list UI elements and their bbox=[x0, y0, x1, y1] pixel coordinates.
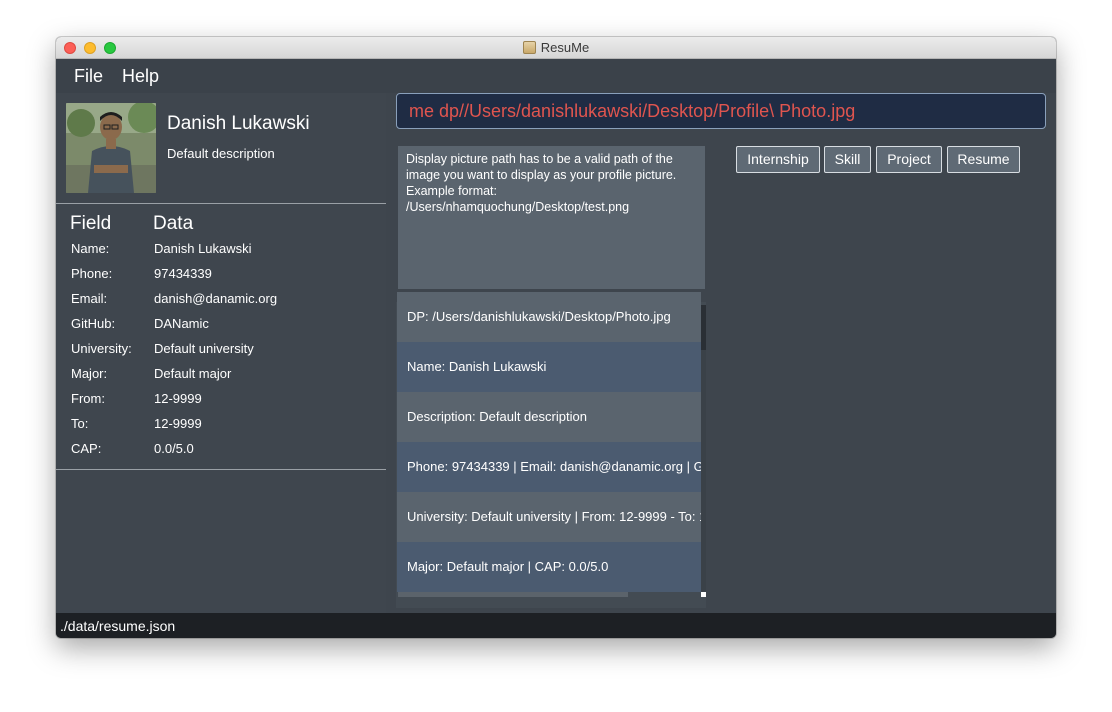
tab-resume[interactable]: Resume bbox=[947, 146, 1020, 173]
menu-help[interactable]: Help bbox=[122, 66, 159, 87]
scrollbar-corner bbox=[701, 592, 706, 597]
row-label-cap: CAP: bbox=[71, 441, 102, 456]
row-label-major: Major: bbox=[71, 366, 108, 381]
field-column-header: Field bbox=[70, 213, 112, 234]
row-value-major: Default major bbox=[154, 366, 232, 381]
result-display: Display picture path has to be a valid p… bbox=[398, 146, 705, 289]
row-value-phone: 97434339 bbox=[154, 266, 212, 281]
tab-skill[interactable]: Skill bbox=[824, 146, 871, 173]
profile-pane: Danish Lukawski Default description Fiel… bbox=[56, 93, 386, 613]
list-item[interactable]: Name: Danish Lukawski bbox=[397, 342, 701, 392]
row-label-name: Name: bbox=[71, 241, 110, 256]
row-value-university: Default university bbox=[154, 341, 254, 356]
list-item[interactable]: DP: /Users/danishlukawski/Desktop/Photo.… bbox=[397, 292, 701, 342]
row-value-email: danish@danamic.org bbox=[154, 291, 278, 306]
vertical-scrollbar-thumb[interactable] bbox=[701, 305, 706, 350]
menu-bar: File Help bbox=[56, 59, 1056, 93]
command-input[interactable]: me dp//Users/danishlukawski/Desktop/Prof… bbox=[396, 93, 1046, 129]
table-divider bbox=[56, 469, 386, 470]
list-item[interactable]: Phone: 97434339 | Email: danish@danamic.… bbox=[397, 442, 701, 492]
resume-list-panel: DP: /Users/danishlukawski/Desktop/Photo.… bbox=[396, 292, 706, 608]
app-window: ResuMe File Help Danish Lukawski Default… bbox=[56, 37, 1056, 638]
row-value-cap: 0.0/5.0 bbox=[154, 441, 194, 456]
app-icon bbox=[522, 41, 536, 54]
profile-photo-image bbox=[66, 103, 156, 193]
row-value-name: Danish Lukawski bbox=[154, 241, 252, 256]
row-label-github: GitHub: bbox=[71, 316, 116, 331]
window-title-wrap: ResuMe bbox=[56, 40, 1056, 55]
row-value-github: DANamic bbox=[154, 316, 209, 331]
row-value-from: 12-9999 bbox=[154, 391, 202, 406]
title-bar: ResuMe bbox=[56, 37, 1056, 59]
horizontal-scrollbar-thumb[interactable] bbox=[398, 592, 628, 597]
status-bar: ./data/resume.json bbox=[56, 613, 1056, 638]
result-line: image you want to display as your profil… bbox=[406, 168, 677, 182]
row-label-from: From: bbox=[71, 391, 105, 406]
main-pane: me dp//Users/danishlukawski/Desktop/Prof… bbox=[386, 93, 1056, 613]
status-file-path: ./data/resume.json bbox=[60, 618, 176, 634]
row-label-to: To: bbox=[71, 416, 89, 431]
result-line: Display picture path has to be a valid p… bbox=[406, 152, 673, 166]
tab-internship[interactable]: Internship bbox=[736, 146, 820, 173]
row-value-to: 12-9999 bbox=[154, 416, 202, 431]
menu-file[interactable]: File bbox=[74, 66, 103, 87]
window-title: ResuMe bbox=[540, 40, 590, 55]
list-item[interactable]: Major: Default major | CAP: 0.0/5.0 bbox=[397, 542, 701, 592]
profile-photo bbox=[66, 103, 156, 193]
row-label-email: Email: bbox=[71, 291, 108, 306]
profile-divider bbox=[56, 203, 386, 204]
data-column-header: Data bbox=[153, 213, 194, 234]
list-item[interactable]: University: Default university | From: 1… bbox=[397, 492, 701, 542]
profile-description: Default description bbox=[167, 146, 275, 161]
tab-project[interactable]: Project bbox=[876, 146, 942, 173]
row-label-phone: Phone: bbox=[71, 266, 113, 281]
profile-name: Danish Lukawski bbox=[167, 113, 310, 134]
result-line: /Users/nhamquochung/Desktop/test.png bbox=[406, 200, 630, 214]
result-line: Example format: bbox=[406, 184, 498, 198]
list-item[interactable]: Description: Default description bbox=[397, 392, 701, 442]
row-label-university: University: bbox=[71, 341, 132, 356]
